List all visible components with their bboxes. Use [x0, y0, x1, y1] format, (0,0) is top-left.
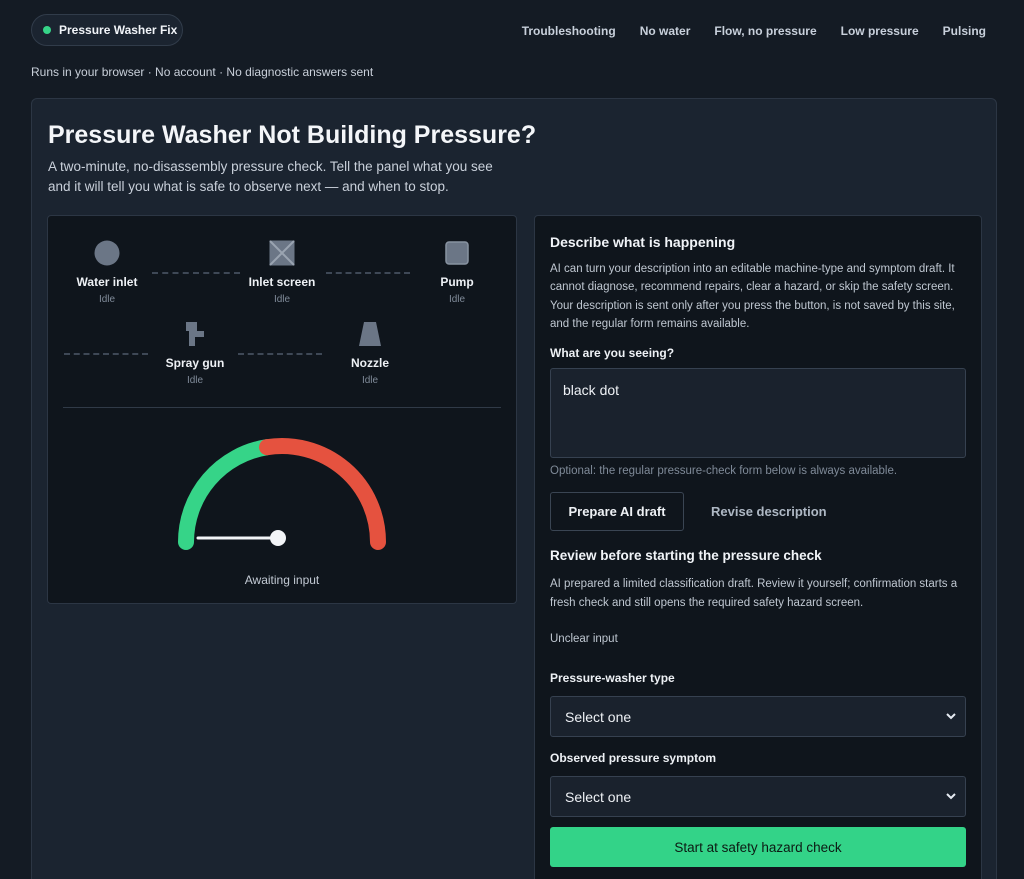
type-label: Pressure-washer type	[550, 671, 675, 685]
water-inlet-icon	[94, 240, 120, 266]
nav-flow-no-pressure[interactable]: Flow, no pressure	[714, 24, 816, 38]
ai-panel-title: Describe what is happening	[550, 234, 736, 250]
system-diagram: Water inlet Idle Inlet screen Idle Pump …	[47, 215, 517, 604]
brand-badge[interactable]: Pressure Washer Fix	[31, 14, 183, 46]
node-state: Idle	[273, 294, 291, 305]
node-state: Idle	[448, 294, 466, 305]
review-description: AI prepared a limited classification dra…	[550, 578, 958, 609]
form-hint: Optional: the regular pressure-check for…	[550, 465, 898, 477]
revise-description-button[interactable]: Revise description	[711, 504, 827, 519]
node-inlet-screen[interactable]: Inlet screen Idle	[232, 240, 332, 305]
node-nozzle[interactable]: Nozzle Idle	[320, 321, 420, 386]
node-state: Idle	[186, 375, 204, 386]
draft-status: Unclear input	[550, 633, 618, 645]
node-label: Spray gun	[165, 356, 225, 370]
spray-gun-icon	[186, 322, 204, 346]
gauge-arc-low	[178, 439, 275, 550]
nav-troubleshooting[interactable]: Troubleshooting	[522, 24, 616, 38]
nozzle-icon	[359, 322, 381, 346]
node-label: Inlet screen	[248, 275, 316, 289]
node-label: Water inlet	[76, 275, 138, 289]
gauge-arc-high	[258, 438, 386, 550]
prepare-ai-draft-button[interactable]: Prepare AI draft	[550, 492, 684, 531]
flow-connector	[64, 353, 148, 355]
diagram-divider	[63, 407, 501, 408]
washer-type-select[interactable]: Select one	[550, 696, 966, 737]
start-safety-check-button[interactable]: Start at safety hazard check	[550, 827, 966, 867]
description-label: What are you seeing?	[550, 346, 675, 360]
brand-name: Pressure Washer Fix	[59, 23, 178, 37]
review-title: Review before starting the pressure chec…	[550, 548, 822, 563]
ai-panel-description: AI can turn your description into an edi…	[550, 263, 955, 330]
top-navigation: Troubleshooting No water Flow, no pressu…	[522, 24, 986, 38]
flow-connector	[326, 272, 410, 274]
description-input[interactable]: black dot	[550, 368, 966, 458]
status-dot-icon	[43, 26, 51, 34]
node-state: Idle	[98, 294, 116, 305]
node-label: Nozzle	[350, 356, 389, 370]
main-card: Pressure Washer Not Building Pressure? A…	[31, 98, 997, 879]
inlet-screen-icon	[269, 240, 295, 266]
ai-draft-panel: Describe what is happening AI can turn y…	[534, 215, 982, 879]
gauge-status: Awaiting input	[244, 573, 320, 587]
pressure-symptom-select[interactable]: Select one	[550, 776, 966, 817]
node-water-inlet[interactable]: Water inlet Idle	[57, 240, 157, 305]
node-pump[interactable]: Pump Idle	[407, 240, 507, 305]
tagline: Runs in your browser · No account · No d…	[31, 65, 374, 79]
nav-pulsing[interactable]: Pulsing	[943, 24, 986, 38]
nav-no-water[interactable]: No water	[640, 24, 691, 38]
node-spray-gun[interactable]: Spray gun Idle	[145, 321, 245, 386]
node-state: Idle	[361, 375, 379, 386]
symptom-label: Observed pressure symptom	[550, 751, 717, 765]
page-title: Pressure Washer Not Building Pressure?	[48, 121, 537, 149]
gauge-needle-hub	[270, 530, 286, 546]
node-label: Pump	[440, 275, 474, 289]
pressure-gauge	[178, 438, 386, 550]
select-value: Select one	[565, 708, 632, 725]
flow-connector	[152, 272, 240, 274]
pump-icon	[445, 241, 469, 265]
flow-connector	[238, 353, 322, 355]
chevron-down-icon	[946, 713, 956, 720]
page-intro: A two-minute, no-disassembly pressure ch…	[48, 159, 493, 194]
select-value: Select one	[565, 788, 632, 805]
nav-low-pressure[interactable]: Low pressure	[841, 24, 919, 38]
chevron-down-icon	[946, 793, 956, 800]
